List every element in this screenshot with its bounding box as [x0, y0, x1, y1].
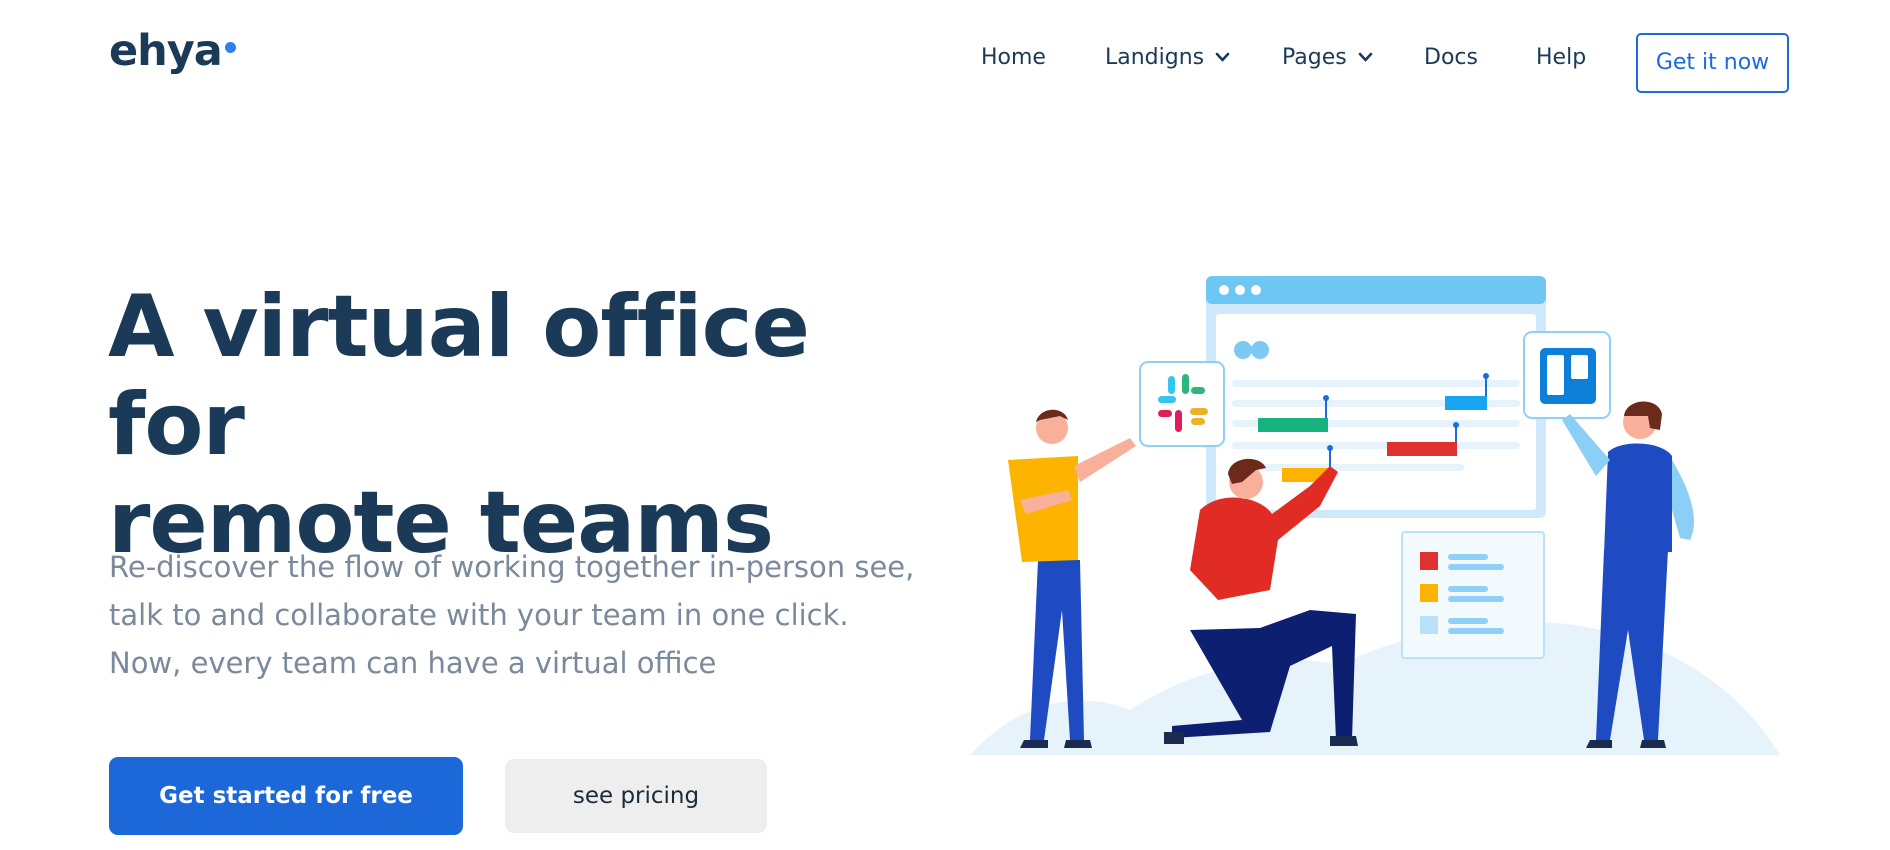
task-list-card — [1401, 531, 1545, 659]
hero-subtext: Re-discover the flow of working together… — [109, 543, 919, 687]
subtext-line-3: Now, every team can have a virtual offic… — [109, 646, 717, 680]
slack-logo-icon — [1139, 361, 1225, 447]
nav-item-help[interactable]: Help — [1536, 44, 1586, 72]
nav-item-landigns[interactable]: Landigns — [1105, 44, 1230, 72]
nav-item-label: Help — [1536, 45, 1587, 70]
nav-item-docs[interactable]: Docs — [1424, 44, 1478, 72]
nav-item-label: Landigns — [1105, 45, 1205, 70]
person-yellow-shirt-illustration — [1008, 409, 1136, 748]
subtext-line-1: Re-discover the flow of working together… — [109, 550, 915, 584]
hero-illustration — [970, 276, 1780, 755]
get-started-button[interactable]: Get started for free — [109, 757, 463, 835]
nav-item-label: Docs — [1424, 45, 1478, 70]
nav-item-label: Pages — [1282, 45, 1347, 70]
top-nav: ehya Home Landigns Pages Docs Help Get i… — [0, 0, 1890, 120]
trello-logo-icon — [1523, 331, 1611, 419]
nav-item-label: Home — [981, 45, 1046, 70]
chevron-down-icon — [1358, 52, 1373, 62]
hero-headline: A virtual office for remote teams — [108, 278, 928, 572]
subtext-line-2: talk to and collaborate with your team i… — [109, 598, 849, 632]
nav-item-pages[interactable]: Pages — [1282, 44, 1373, 72]
nav-item-home[interactable]: Home — [981, 44, 1046, 72]
chevron-down-icon — [1215, 52, 1230, 62]
headline-line-1: A virtual office for — [108, 277, 810, 475]
get-it-now-button[interactable]: Get it now — [1636, 33, 1789, 93]
nav-links: Home Landigns Pages Docs Help — [0, 44, 1890, 72]
see-pricing-button[interactable]: see pricing — [505, 759, 767, 833]
